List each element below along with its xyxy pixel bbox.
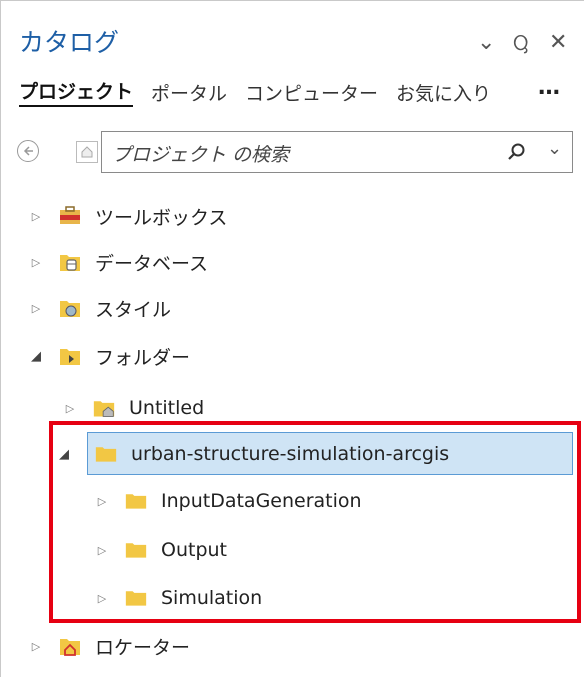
tree-item-label: ツールボックス xyxy=(95,206,228,229)
search-options-chevron-icon[interactable]: ⌄ xyxy=(547,138,562,159)
expand-arrow-icon[interactable]: ▷ xyxy=(29,256,43,269)
expand-arrow-icon[interactable]: ▷ xyxy=(29,640,43,653)
style-icon xyxy=(59,298,81,318)
annotation-highlight-box xyxy=(49,421,581,623)
tree-item-label: ロケーター xyxy=(95,636,191,659)
tree-item-locators[interactable]: ▷ ロケーター xyxy=(29,623,190,669)
search-icon[interactable] xyxy=(507,142,527,166)
locator-icon xyxy=(59,636,81,656)
toolbox-icon xyxy=(59,206,81,226)
collapse-arrow-icon[interactable]: ◢ xyxy=(29,349,43,364)
chevron-down-icon[interactable]: ⌄ xyxy=(477,29,495,57)
expand-arrow-icon[interactable]: ▷ xyxy=(29,210,43,223)
expand-arrow-icon[interactable]: ▷ xyxy=(63,402,77,415)
tree-item-label: Untitled xyxy=(129,397,205,419)
back-arrow-icon[interactable] xyxy=(17,140,39,162)
tab-project[interactable]: プロジェクト xyxy=(19,77,134,107)
tab-favorites[interactable]: お気に入り xyxy=(396,79,491,106)
database-icon xyxy=(59,252,81,272)
tree-item-style[interactable]: ▷ スタイル xyxy=(29,285,171,331)
tree-item-database[interactable]: ▷ データベース xyxy=(29,239,208,285)
tree-item-label: スタイル xyxy=(95,298,172,321)
tree-item-toolbox[interactable]: ▷ ツールボックス xyxy=(29,193,227,239)
home-icon[interactable] xyxy=(76,141,98,163)
search-input[interactable]: プロジェクト の検索 xyxy=(112,140,289,167)
home-folder-icon xyxy=(93,398,115,418)
catalog-tabs: プロジェクト ポータル コンピューター お気に入り xyxy=(19,77,509,107)
expand-arrow-icon[interactable]: ▷ xyxy=(29,302,43,315)
close-icon[interactable]: ✕ xyxy=(549,29,567,57)
pane-title: カタログ xyxy=(19,28,120,57)
tree-item-label: データベース xyxy=(95,252,209,275)
folder-connection-icon xyxy=(59,346,81,366)
catalog-pane: カタログ ⌄ Ⴓ ✕ プロジェクト ポータル コンピューター お気に入り … プ… xyxy=(0,0,584,677)
search-box[interactable]: プロジェクト の検索 ⌄ xyxy=(101,131,573,173)
tree-item-label: フォルダー xyxy=(95,346,191,369)
more-options-button[interactable]: … xyxy=(538,75,561,100)
tree-item-folders[interactable]: ◢ フォルダー xyxy=(29,333,190,379)
tab-portal[interactable]: ポータル xyxy=(151,79,227,106)
tab-computer[interactable]: コンピューター xyxy=(245,79,378,106)
pin-icon[interactable]: Ⴓ xyxy=(513,31,528,59)
